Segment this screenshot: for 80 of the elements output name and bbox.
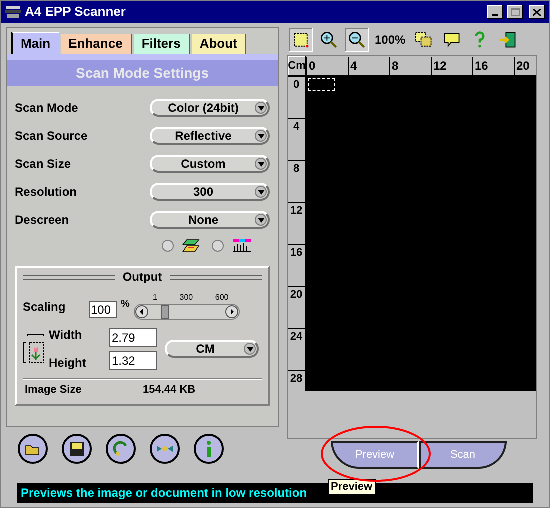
tool-button[interactable] xyxy=(18,434,48,464)
ruler-label: 16 xyxy=(472,57,488,75)
height-field[interactable]: 1.32 xyxy=(109,351,157,370)
field-label: Height xyxy=(49,355,88,372)
tab[interactable]: Enhance xyxy=(60,34,132,54)
group-title: Output xyxy=(122,269,162,286)
ruler-label: 20 xyxy=(288,286,305,304)
setting-label: Resolution xyxy=(15,184,77,201)
dimensions-icon xyxy=(23,333,45,365)
field-label: Scaling xyxy=(23,299,67,316)
radio-button[interactable] xyxy=(212,240,224,252)
tool-button[interactable] xyxy=(194,434,224,464)
ruler-label: 0 xyxy=(306,57,316,75)
image-size-value: 154.44 KB xyxy=(143,382,196,398)
field-label: Width xyxy=(49,327,84,344)
tab[interactable]: Main xyxy=(11,32,59,54)
window-title: A4 EPP Scanner xyxy=(25,3,127,22)
selection-icon xyxy=(291,30,311,50)
tooltip: Preview xyxy=(328,479,376,495)
ruler-unit: Cm xyxy=(288,56,306,76)
fit-arrows-icon xyxy=(157,446,173,452)
zoom-level: 100% xyxy=(374,32,407,49)
tab[interactable]: Filters xyxy=(134,34,190,54)
ruler-label: 4 xyxy=(348,57,358,75)
tick-label: 600 xyxy=(215,292,229,304)
maximize-button[interactable] xyxy=(507,5,523,19)
selection-marquee xyxy=(308,78,335,91)
ruler-label: 8 xyxy=(389,57,399,75)
tool-button[interactable] xyxy=(62,434,92,464)
speech-bubble-icon xyxy=(442,30,462,50)
ruler-label: 12 xyxy=(288,202,305,220)
setting-dropdown[interactable]: Color (24bit) xyxy=(150,99,270,117)
ruler-label: 20 xyxy=(514,57,530,75)
minimize-button[interactable] xyxy=(487,5,503,19)
setting-dropdown[interactable]: Custom xyxy=(150,155,270,173)
setting-dropdown[interactable]: None xyxy=(150,211,270,229)
close-button[interactable] xyxy=(529,5,545,19)
overlapping-frames-icon xyxy=(414,30,434,50)
caret-icon xyxy=(258,190,264,194)
slider-thumb[interactable] xyxy=(161,305,170,319)
ruler-label: 12 xyxy=(430,57,447,75)
setting-dropdown[interactable]: Reflective xyxy=(150,127,270,145)
ruler-label: 24 xyxy=(288,328,305,346)
ruler-label: 0 xyxy=(288,76,305,94)
caret-icon xyxy=(258,162,264,166)
setting-label: Descreen xyxy=(15,212,70,229)
tool-button[interactable] xyxy=(150,434,180,464)
info-icon xyxy=(207,441,211,457)
panel-heading: Scan Mode Settings xyxy=(7,60,278,86)
histogram-icon xyxy=(232,238,252,254)
caret-icon xyxy=(258,134,264,138)
close-icon xyxy=(533,8,541,16)
width-field[interactable]: 2.79 xyxy=(109,328,157,347)
setting-label: Scan Size xyxy=(15,156,72,173)
ruler-label: 8 xyxy=(288,160,305,178)
caret-icon xyxy=(246,346,254,352)
toolbar-button[interactable] xyxy=(345,28,369,52)
exit-door-icon xyxy=(498,30,518,50)
ruler-label: 28 xyxy=(288,370,305,388)
tick-label: 1 xyxy=(153,292,158,304)
toolbar-button[interactable] xyxy=(289,28,313,52)
setting-dropdown[interactable]: 300 xyxy=(150,183,270,201)
scanner-icon xyxy=(5,5,21,19)
tick-label: 300 xyxy=(180,292,194,304)
tab[interactable]: About xyxy=(192,34,246,54)
field-label: Image Size xyxy=(24,382,83,398)
caret-icon xyxy=(258,106,264,110)
tool-button[interactable] xyxy=(106,434,136,464)
zoom-out-icon xyxy=(347,30,367,50)
layers-icon xyxy=(182,238,200,254)
caret-icon xyxy=(258,218,264,222)
units-dropdown[interactable]: CM xyxy=(165,340,259,358)
zoom-in-icon xyxy=(319,30,339,50)
unit-label: % xyxy=(121,298,130,312)
setting-label: Scan Source xyxy=(15,128,88,145)
ruler-label: 16 xyxy=(288,244,305,262)
scaling-field[interactable]: 100 xyxy=(89,301,117,318)
ruler-label: 4 xyxy=(288,118,305,136)
radio-button[interactable] xyxy=(162,240,174,252)
setting-label: Scan Mode xyxy=(15,100,78,117)
